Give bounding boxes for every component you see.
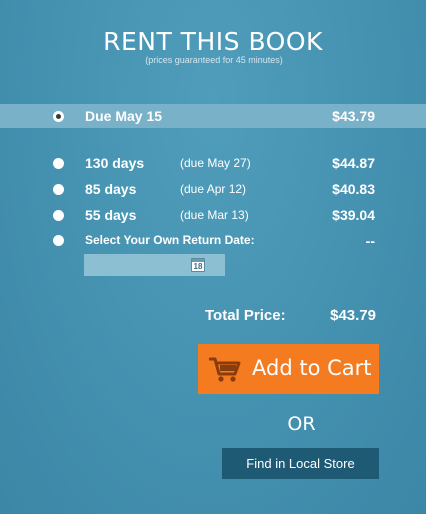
find-in-local-store-button[interactable]: Find in Local Store <box>222 448 379 479</box>
total-price-label: Total Price: <box>205 307 286 324</box>
option-due-date: (due May 27) <box>180 156 251 170</box>
radio-button[interactable] <box>53 111 64 122</box>
total-price-value: $43.79 <box>330 307 376 324</box>
option-price: $43.79 <box>332 108 375 124</box>
rental-option-85-days[interactable]: 85 days (due Apr 12) $40.83 <box>0 177 426 201</box>
radio-button[interactable] <box>53 235 64 246</box>
option-label: 130 days <box>85 155 145 171</box>
option-due-date: (due Apr 12) <box>180 182 247 196</box>
radio-button[interactable] <box>53 210 64 221</box>
add-to-cart-button[interactable]: Add to Cart <box>198 344 379 394</box>
rental-option-custom-date[interactable]: Select Your Own Return Date: -- <box>0 229 426 253</box>
or-separator: OR <box>287 413 316 435</box>
option-label: Select Your Own Return Date: <box>85 233 255 247</box>
rental-option-due-may-15[interactable]: Due May 15 $43.79 <box>0 104 426 128</box>
option-due-date: (due Mar 13) <box>180 208 249 222</box>
option-label: 55 days <box>85 207 137 223</box>
add-to-cart-label: Add to Cart <box>252 356 372 380</box>
option-price: -- <box>365 233 375 249</box>
option-label: Due May 15 <box>85 108 163 124</box>
option-price: $39.04 <box>332 207 375 223</box>
option-price: $40.83 <box>332 181 375 197</box>
rental-option-130-days[interactable]: 130 days (due May 27) $44.87 <box>0 151 426 175</box>
option-label: 85 days <box>85 181 137 197</box>
page-title: RENT THIS BOOK <box>103 27 323 56</box>
cart-icon <box>209 357 241 382</box>
calendar-icon-day: 18 <box>193 262 203 271</box>
radio-button[interactable] <box>53 184 64 195</box>
radio-button[interactable] <box>53 158 64 169</box>
option-price: $44.87 <box>332 155 375 171</box>
price-guarantee-note: (prices guaranteed for 45 minutes) <box>145 55 283 65</box>
rental-option-55-days[interactable]: 55 days (due Mar 13) $39.04 <box>0 203 426 227</box>
return-date-input[interactable]: 18 <box>84 254 225 276</box>
calendar-icon[interactable]: 18 <box>191 258 205 272</box>
